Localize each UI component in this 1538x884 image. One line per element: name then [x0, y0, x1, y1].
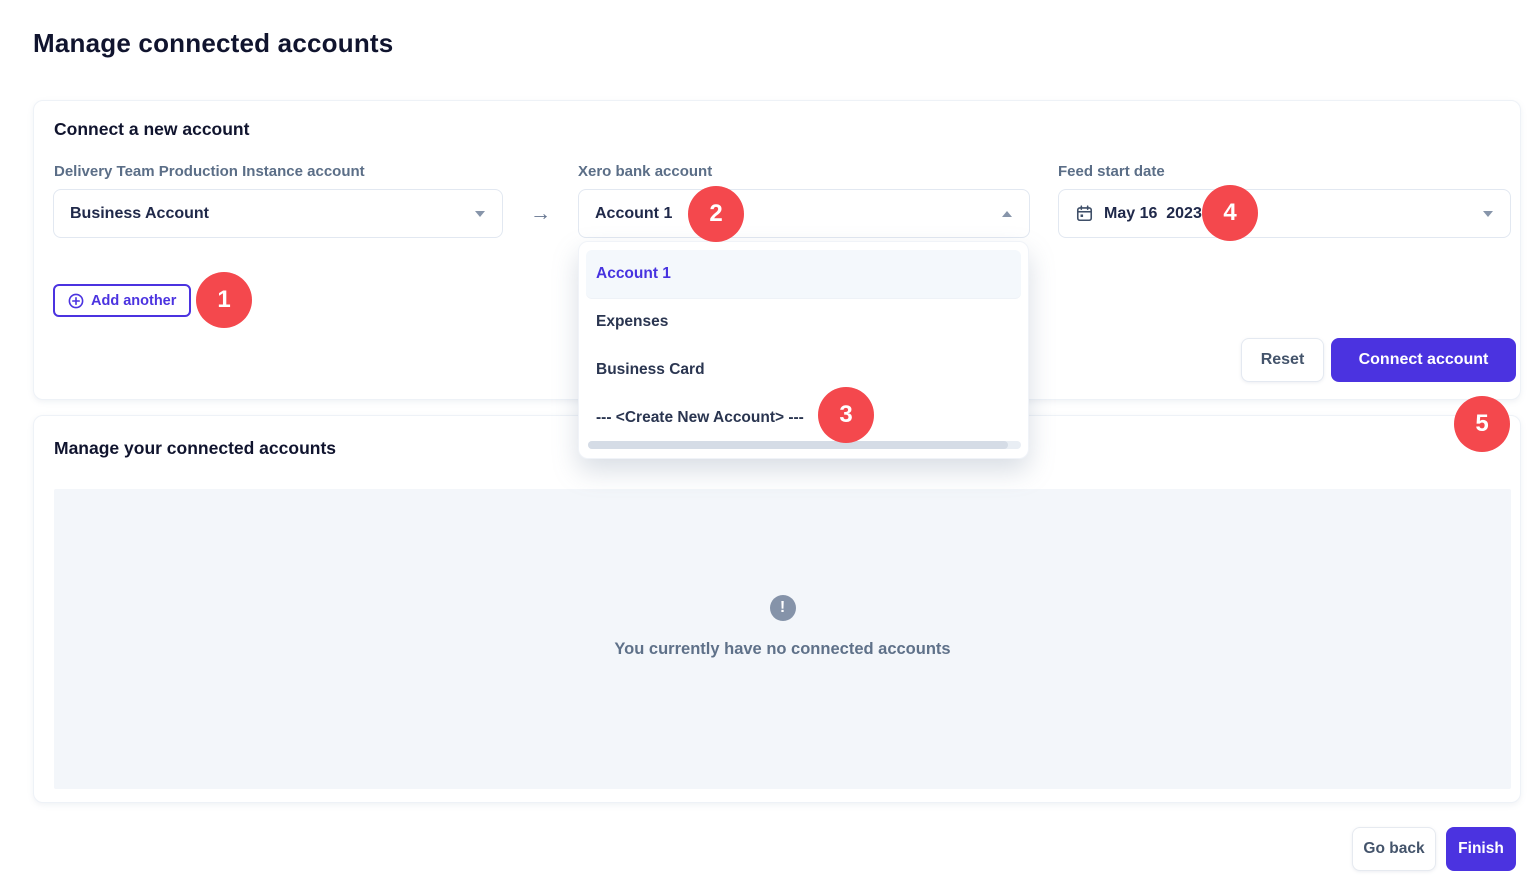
- annotation-badge-5: 5: [1454, 396, 1510, 452]
- annotation-badge-4: 4: [1202, 185, 1258, 241]
- dropdown-option-create-new-account[interactable]: --- <Create New Account> ---: [586, 394, 1021, 442]
- empty-state-message: You currently have no connected accounts: [54, 640, 1511, 659]
- add-another-button[interactable]: Add another: [53, 284, 191, 317]
- dropdown-option-expenses[interactable]: Expenses: [586, 298, 1021, 346]
- dropdown-scrollbar-thumb[interactable]: [588, 441, 1008, 449]
- dropdown-option-account-1[interactable]: Account 1: [586, 250, 1021, 298]
- add-another-label: Add another: [91, 293, 176, 309]
- arrow-right-icon: →: [503, 189, 578, 238]
- chevron-up-icon: [1002, 211, 1012, 217]
- chevron-down-icon: [475, 211, 485, 217]
- source-account-select[interactable]: Business Account: [53, 189, 503, 238]
- page-title: Manage connected accounts: [33, 28, 393, 59]
- exclamation-icon: !: [770, 595, 796, 621]
- feed-start-date-select[interactable]: May 16 2023: [1058, 189, 1511, 238]
- source-account-value: Business Account: [70, 205, 209, 223]
- annotation-badge-2: 2: [688, 186, 744, 242]
- reset-button[interactable]: Reset: [1241, 338, 1324, 382]
- xero-bank-account-label: Xero bank account: [578, 163, 712, 180]
- dropdown-horizontal-scrollbar[interactable]: [588, 441, 1021, 449]
- manage-accounts-card: Manage your connected accounts ! You cur…: [33, 415, 1521, 803]
- annotation-badge-3: 3: [818, 387, 874, 443]
- connect-account-button[interactable]: Connect account: [1331, 338, 1516, 382]
- dropdown-option-business-card[interactable]: Business Card: [586, 346, 1021, 394]
- feed-start-date-value: May 16 2023: [1104, 205, 1202, 223]
- calendar-icon: [1075, 204, 1094, 223]
- finish-button[interactable]: Finish: [1446, 827, 1516, 871]
- page: Manage connected accounts Connect a new …: [0, 0, 1538, 884]
- plus-circle-icon: [68, 293, 84, 309]
- feed-start-date-label: Feed start date: [1058, 163, 1165, 180]
- xero-account-dropdown-list: Account 1 Expenses Business Card --- <Cr…: [578, 241, 1029, 459]
- source-account-label: Delivery Team Production Instance accoun…: [54, 163, 365, 180]
- xero-bank-account-value: Account 1: [595, 205, 672, 223]
- xero-bank-account-select[interactable]: Account 1: [578, 189, 1030, 238]
- manage-card-title: Manage your connected accounts: [54, 438, 336, 459]
- connected-accounts-empty-panel: ! You currently have no connected accoun…: [54, 489, 1511, 789]
- annotation-badge-1: 1: [196, 272, 252, 328]
- go-back-button[interactable]: Go back: [1352, 827, 1436, 871]
- chevron-down-icon: [1483, 211, 1493, 217]
- connect-card-title: Connect a new account: [54, 119, 249, 140]
